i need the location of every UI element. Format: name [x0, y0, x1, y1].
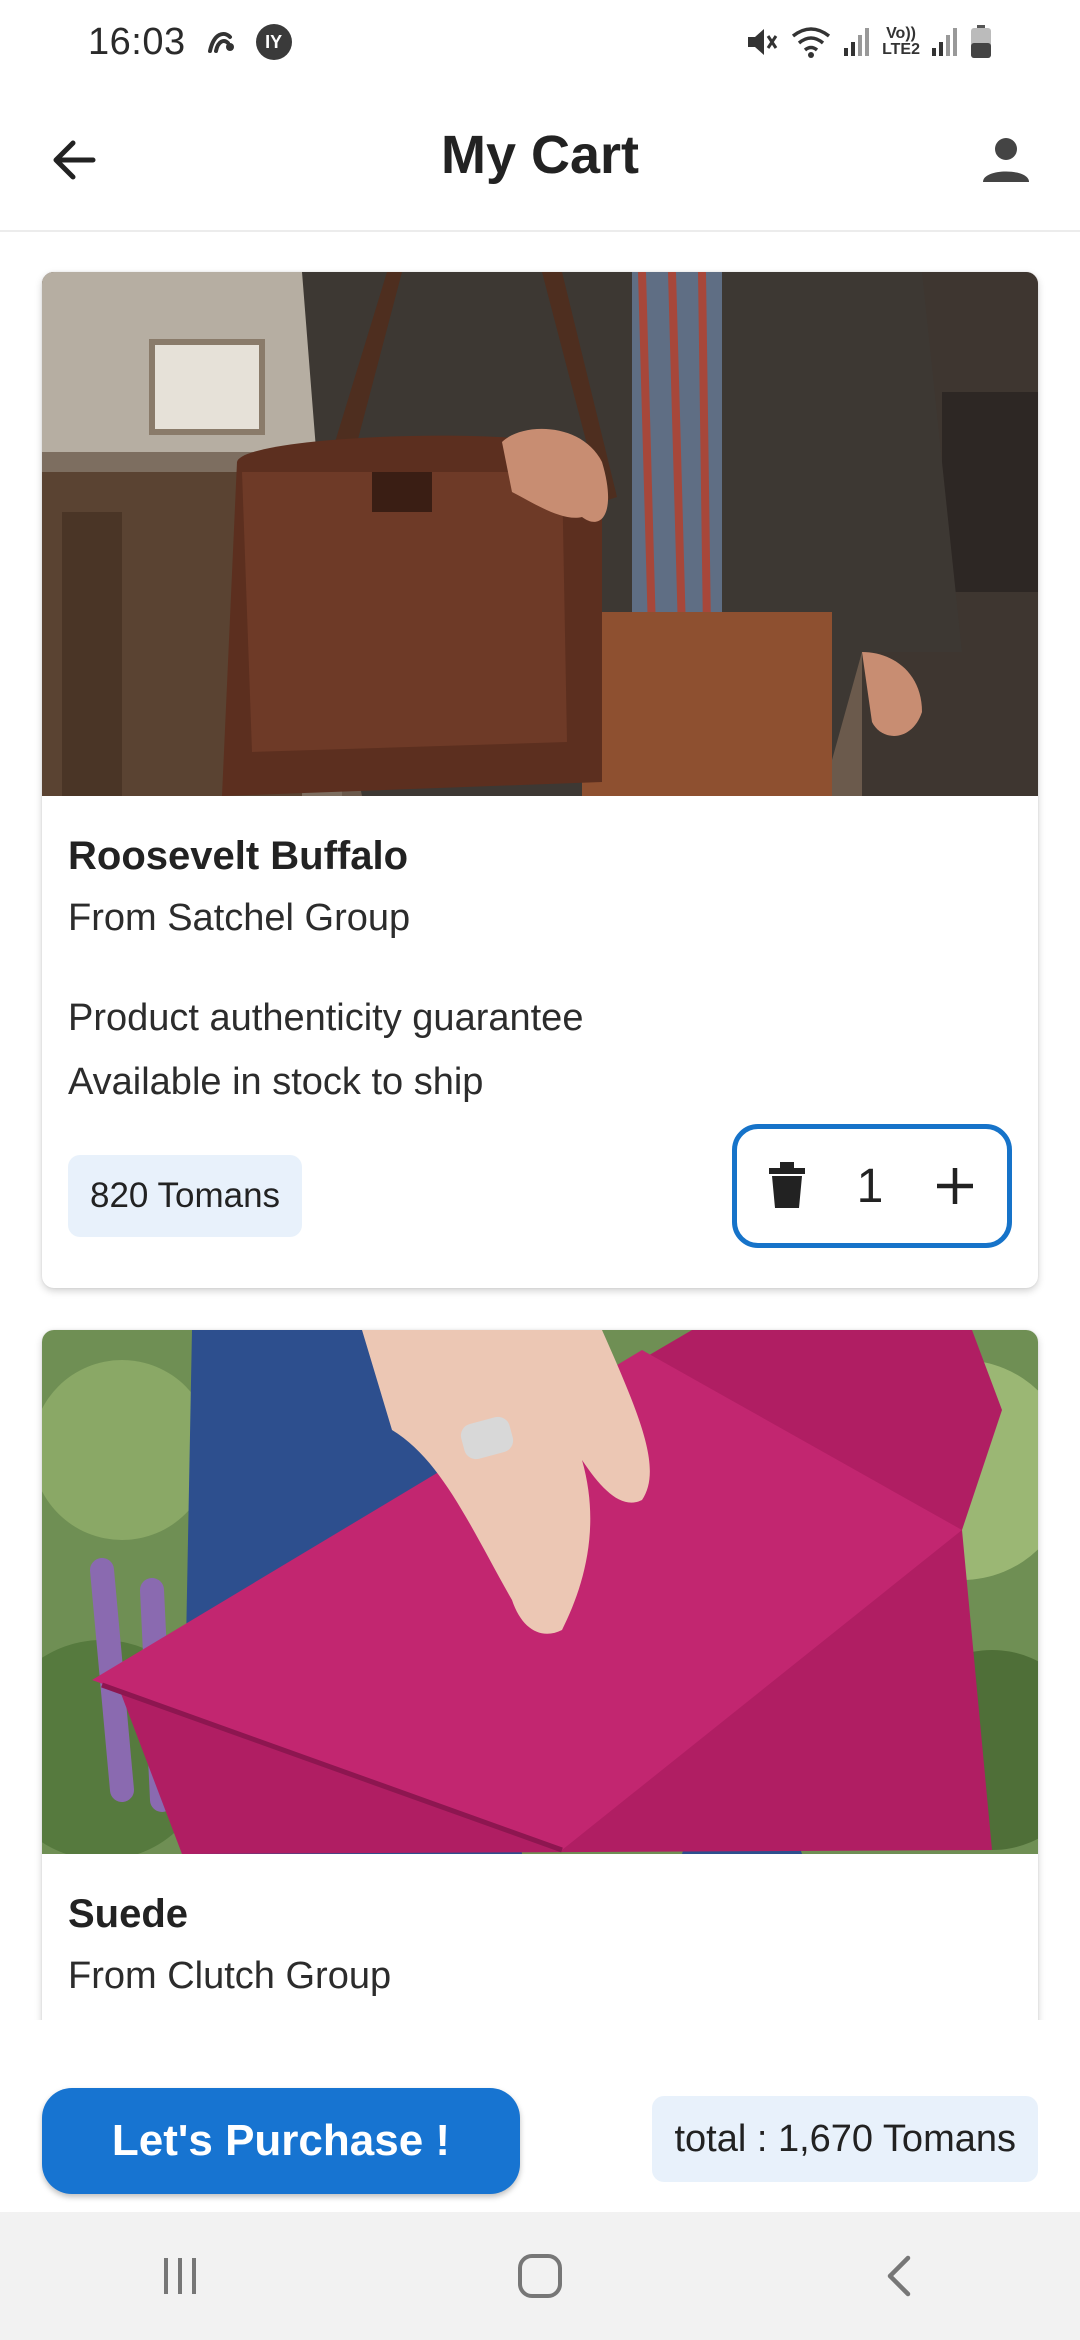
- volte-line1: Vo)): [886, 25, 916, 42]
- profile-button[interactable]: [972, 126, 1040, 194]
- quantity-stepper: 1: [732, 1124, 1012, 1248]
- person-icon: [983, 138, 1029, 182]
- system-back-button[interactable]: [840, 2226, 960, 2326]
- status-bar: 16:03 IY Vo)) LTE2: [0, 0, 1080, 84]
- page-title: My Cart: [440, 125, 640, 185]
- product-image: [42, 1330, 1038, 1854]
- recent-apps-icon: [164, 2258, 196, 2294]
- app-bar: My Cart: [0, 84, 1080, 232]
- purchase-button[interactable]: Let's Purchase !: [42, 2088, 520, 2194]
- volte-line2: LTE2: [882, 41, 920, 58]
- home-icon: [518, 2254, 562, 2298]
- chevron-left-icon: [887, 2255, 911, 2297]
- product-name: Roosevelt Buffalo: [68, 834, 409, 878]
- product-image: [42, 272, 1038, 796]
- system-nav-bar: [0, 2212, 1080, 2340]
- signal-icon: [842, 26, 872, 58]
- status-time: 16:03: [88, 20, 186, 63]
- cart-list[interactable]: Roosevelt Buffalo From Satchel Group Pro…: [0, 234, 1080, 2020]
- home-button[interactable]: [480, 2226, 600, 2326]
- wifi-icon: [790, 24, 832, 60]
- delete-button[interactable]: [767, 1162, 807, 1210]
- product-seller: From Clutch Group: [68, 1955, 392, 1997]
- feature-authenticity: Product authenticity guarantee: [68, 997, 584, 1039]
- recent-apps-button[interactable]: [120, 2226, 240, 2326]
- trash-icon: [769, 1162, 805, 1208]
- product-seller: From Satchel Group: [68, 897, 411, 939]
- price-chip: 820 Tomans: [68, 1155, 303, 1237]
- feature-stock: Available in stock to ship: [68, 1061, 484, 1103]
- status-badge: IY: [255, 24, 292, 60]
- checkout-bar: Let's Purchase ! total : 1,670 Tomans: [0, 2020, 1080, 2212]
- total-chip: total : 1,670 Tomans: [652, 2096, 1038, 2182]
- cart-item: Suede From Clutch Group: [42, 1330, 1038, 2020]
- increment-button[interactable]: [933, 1164, 977, 1208]
- mute-icon: [744, 24, 780, 60]
- screen: 16:03 IY Vo)) LTE2 My Cart Roosevelt Buf…: [0, 0, 1080, 2340]
- cart-item: Roosevelt Buffalo From Satchel Group Pro…: [42, 272, 1038, 1288]
- product-name: Suede: [68, 1892, 189, 1936]
- quantity-value: 1: [856, 1159, 884, 1213]
- product-features: Product authenticity guarantee Available…: [68, 986, 1012, 1114]
- signal-icon: [930, 26, 960, 58]
- gesture-icon: [204, 25, 238, 59]
- plus-icon: [936, 1168, 973, 1204]
- battery-icon: [970, 25, 992, 59]
- volte-indicator: Vo)) LTE2: [882, 26, 920, 58]
